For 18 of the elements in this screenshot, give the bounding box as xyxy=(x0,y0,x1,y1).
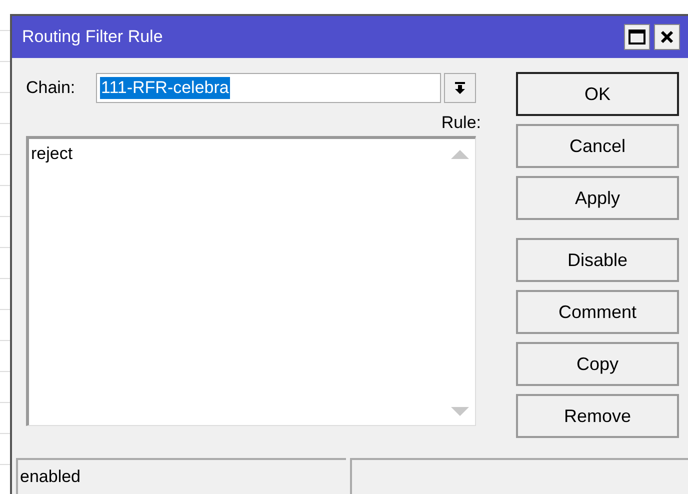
dropdown-button[interactable] xyxy=(444,73,476,103)
chain-label: Chain: xyxy=(26,78,76,98)
close-button[interactable] xyxy=(654,24,680,50)
dialog-button[interactable]: Copy xyxy=(516,342,679,386)
dialog-button[interactable]: Cancel xyxy=(516,124,679,168)
window-title: Routing Filter Rule xyxy=(22,27,164,47)
dialog-button[interactable]: Comment xyxy=(516,290,679,334)
chain-field[interactable]: 111-RFR-celebra xyxy=(96,73,441,103)
close-icon xyxy=(660,30,674,44)
maximize-button[interactable] xyxy=(624,24,650,50)
dialog-button[interactable]: Apply xyxy=(516,176,679,220)
status-text: enabled xyxy=(20,467,81,487)
rule-label: Rule: xyxy=(441,113,481,133)
dialog-button[interactable]: Disable xyxy=(516,238,679,282)
maximize-icon xyxy=(628,29,646,45)
down-arrow-icon xyxy=(454,82,466,94)
default-dialog-button[interactable]: OK xyxy=(516,72,679,116)
dialog-button[interactable]: Remove xyxy=(516,394,679,438)
